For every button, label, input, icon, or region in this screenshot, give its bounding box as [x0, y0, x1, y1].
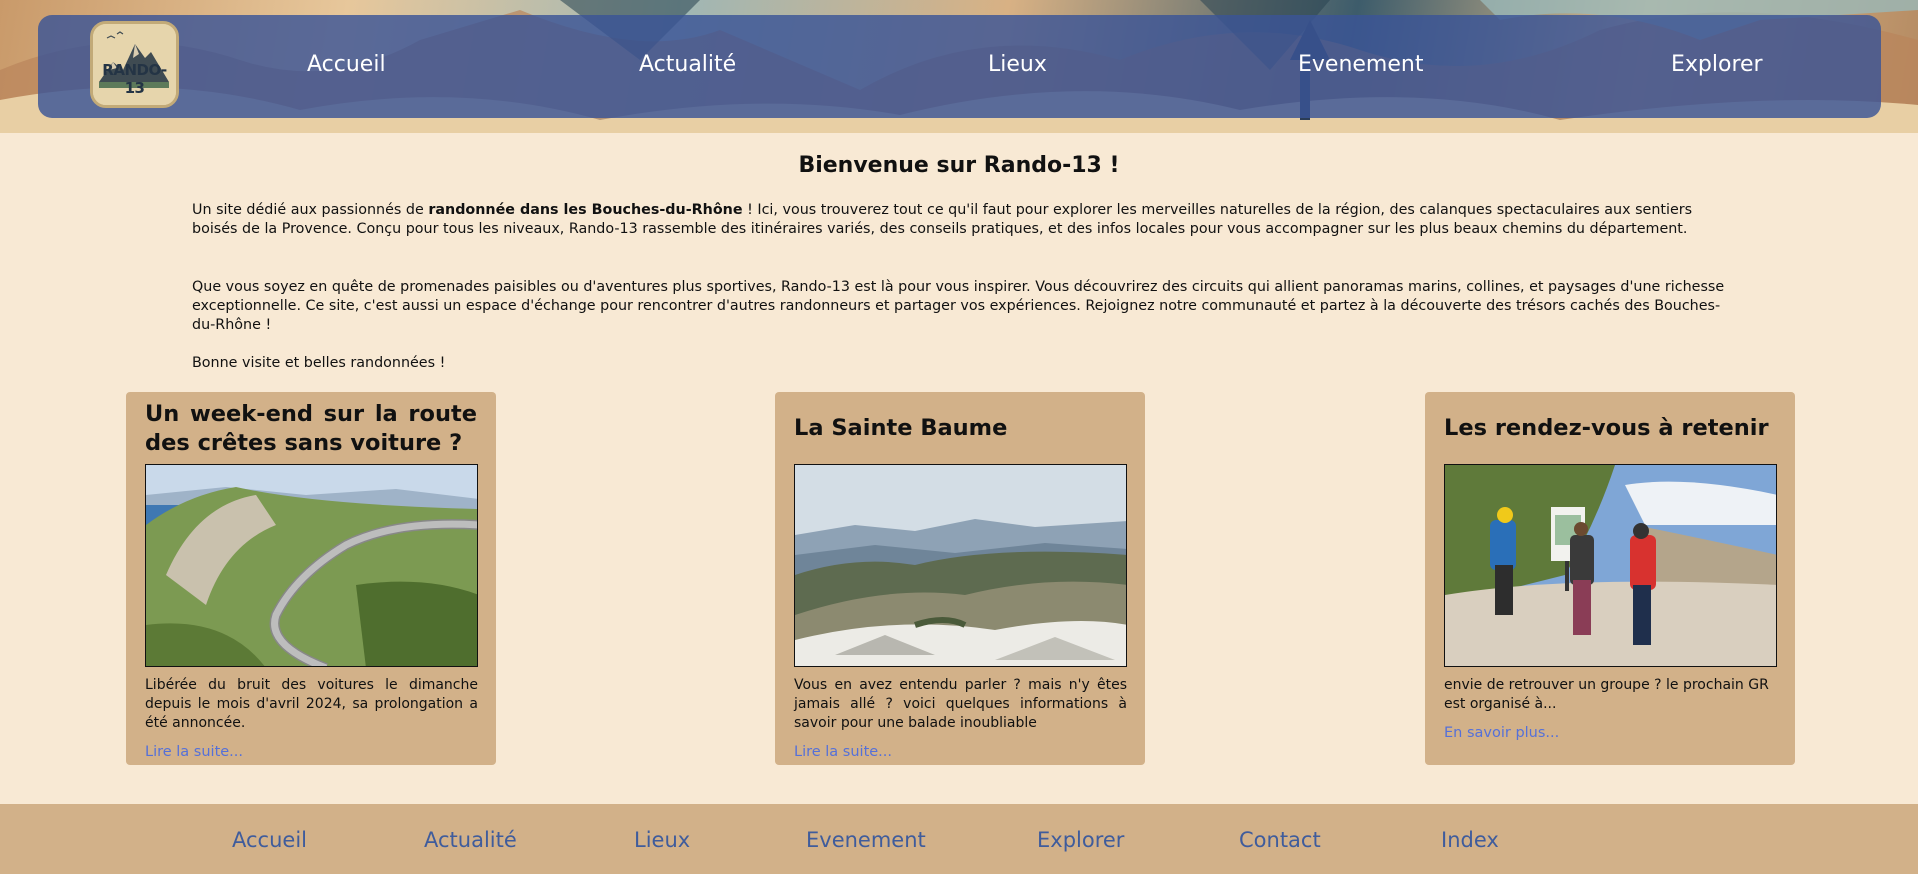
- intro-p1-highlight: randonnée dans les Bouches-du-Rhône: [428, 202, 743, 218]
- footer-link-actualite[interactable]: Actualité: [424, 828, 517, 852]
- card-image-coastal-road[interactable]: [145, 464, 478, 667]
- intro-paragraph-3: Bonne visite et belles randonnées !: [192, 355, 446, 371]
- nav-item-actualite[interactable]: Actualité: [639, 52, 736, 77]
- footer-link-index[interactable]: Index: [1441, 828, 1499, 852]
- article-card-rendez-vous: Les rendez-vous à retenir envie de retro…: [1425, 392, 1795, 765]
- nav-item-evenement[interactable]: Evenement: [1298, 52, 1423, 77]
- footer: Accueil Actualité Lieux Evenement Explor…: [0, 804, 1918, 874]
- footer-link-explorer[interactable]: Explorer: [1037, 828, 1124, 852]
- footer-link-accueil[interactable]: Accueil: [232, 828, 307, 852]
- learn-more-link[interactable]: En savoir plus...: [1444, 725, 1559, 741]
- read-more-link[interactable]: Lire la suite...: [794, 744, 892, 760]
- logo-text: RANDO-13: [102, 61, 167, 97]
- nav-item-accueil[interactable]: Accueil: [307, 52, 386, 77]
- card-title: La Sainte Baume: [794, 415, 1008, 441]
- header-banner: RANDO-13 Accueil Actualité Lieux Eveneme…: [0, 0, 1918, 133]
- card-excerpt: envie de retrouver un groupe ? le procha…: [1444, 677, 1769, 712]
- card-excerpt: Libérée du bruit des voitures le dimanch…: [145, 677, 478, 731]
- page-title: Bienvenue sur Rando-13 !: [798, 153, 1120, 178]
- footer-link-lieux[interactable]: Lieux: [634, 828, 690, 852]
- intro-p1-start: Un site dédié aux passionnés de: [192, 202, 429, 218]
- card-title: Un week-end sur la route des crêtes sans…: [145, 401, 477, 456]
- article-card-sainte-baume: La Sainte Baume Vous en avez entendu par…: [775, 392, 1145, 765]
- card-image-sainte-baume[interactable]: [794, 464, 1127, 667]
- nav-item-explorer[interactable]: Explorer: [1671, 52, 1763, 77]
- card-title: Les rendez-vous à retenir: [1444, 415, 1769, 441]
- nav-item-lieux[interactable]: Lieux: [988, 52, 1047, 77]
- card-excerpt: Vous en avez entendu parler ? mais n'y ê…: [794, 677, 1127, 731]
- article-card-route-des-cretes: Un week-end sur la route des crêtes sans…: [126, 392, 496, 765]
- footer-link-contact[interactable]: Contact: [1239, 828, 1321, 852]
- intro-paragraph-2: Que vous soyez en quête de promenades pa…: [192, 279, 1725, 333]
- card-image-hikers-group[interactable]: [1444, 464, 1777, 667]
- site-logo[interactable]: RANDO-13: [90, 21, 179, 108]
- footer-link-evenement[interactable]: Evenement: [806, 828, 926, 852]
- read-more-link[interactable]: Lire la suite...: [145, 744, 243, 760]
- intro-paragraph-1: Un site dédié aux passionnés de randonné…: [192, 201, 1737, 239]
